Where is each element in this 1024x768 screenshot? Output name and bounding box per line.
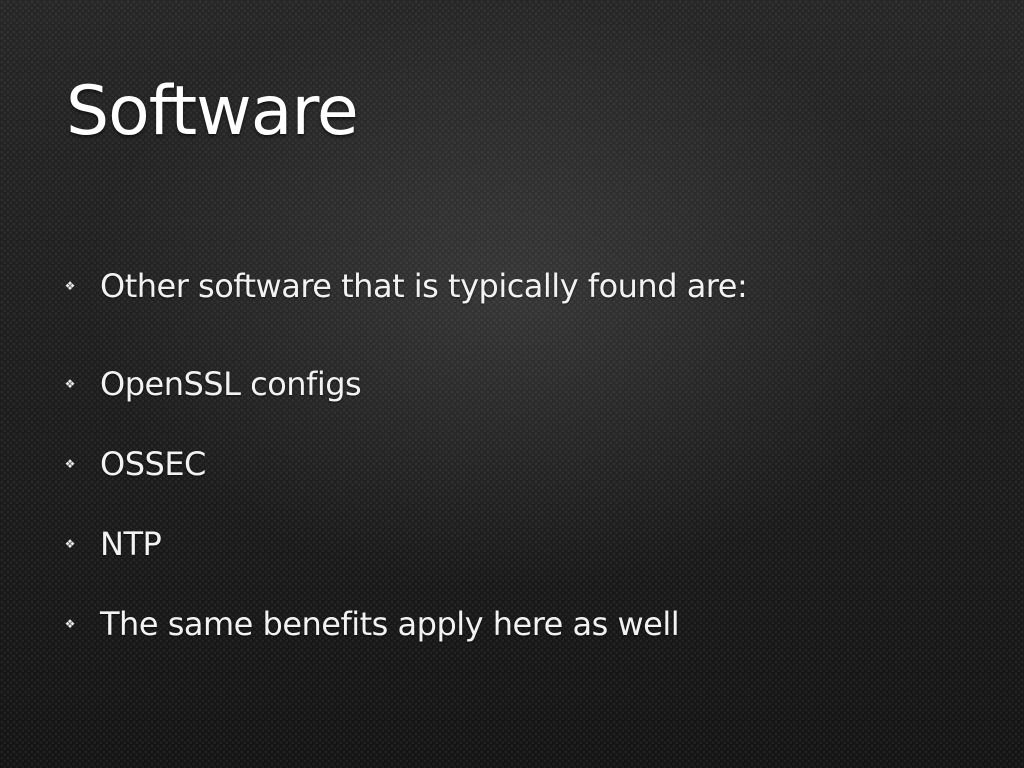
bullet-item: ❖ OSSEC [64,424,747,504]
bullet-ornament-icon: ❖ [64,617,76,631]
bullet-item: ❖ NTP [64,504,747,584]
bullet-text: OpenSSL configs [100,365,362,403]
bullet-item: ❖ Other software that is typically found… [64,264,748,308]
bullet-ornament-icon: ❖ [64,377,76,391]
bullet-item: ❖ OpenSSL configs [64,344,747,424]
bullet-item: ❖ The same benefits apply here as well [64,584,747,664]
slide: Software ❖ Other software that is typica… [0,0,1024,768]
bullet-list: ❖ Other software that is typically found… [64,264,748,664]
bullet-ornament-icon: ❖ [64,279,76,293]
bullet-text: The same benefits apply here as well [100,605,680,643]
bullet-text: Other software that is typically found a… [100,267,748,305]
bullet-ornament-icon: ❖ [64,457,76,471]
bullet-text: OSSEC [100,445,206,483]
slide-title: Software [66,72,359,151]
bullet-text: NTP [100,525,162,563]
bullet-ornament-icon: ❖ [64,537,76,551]
